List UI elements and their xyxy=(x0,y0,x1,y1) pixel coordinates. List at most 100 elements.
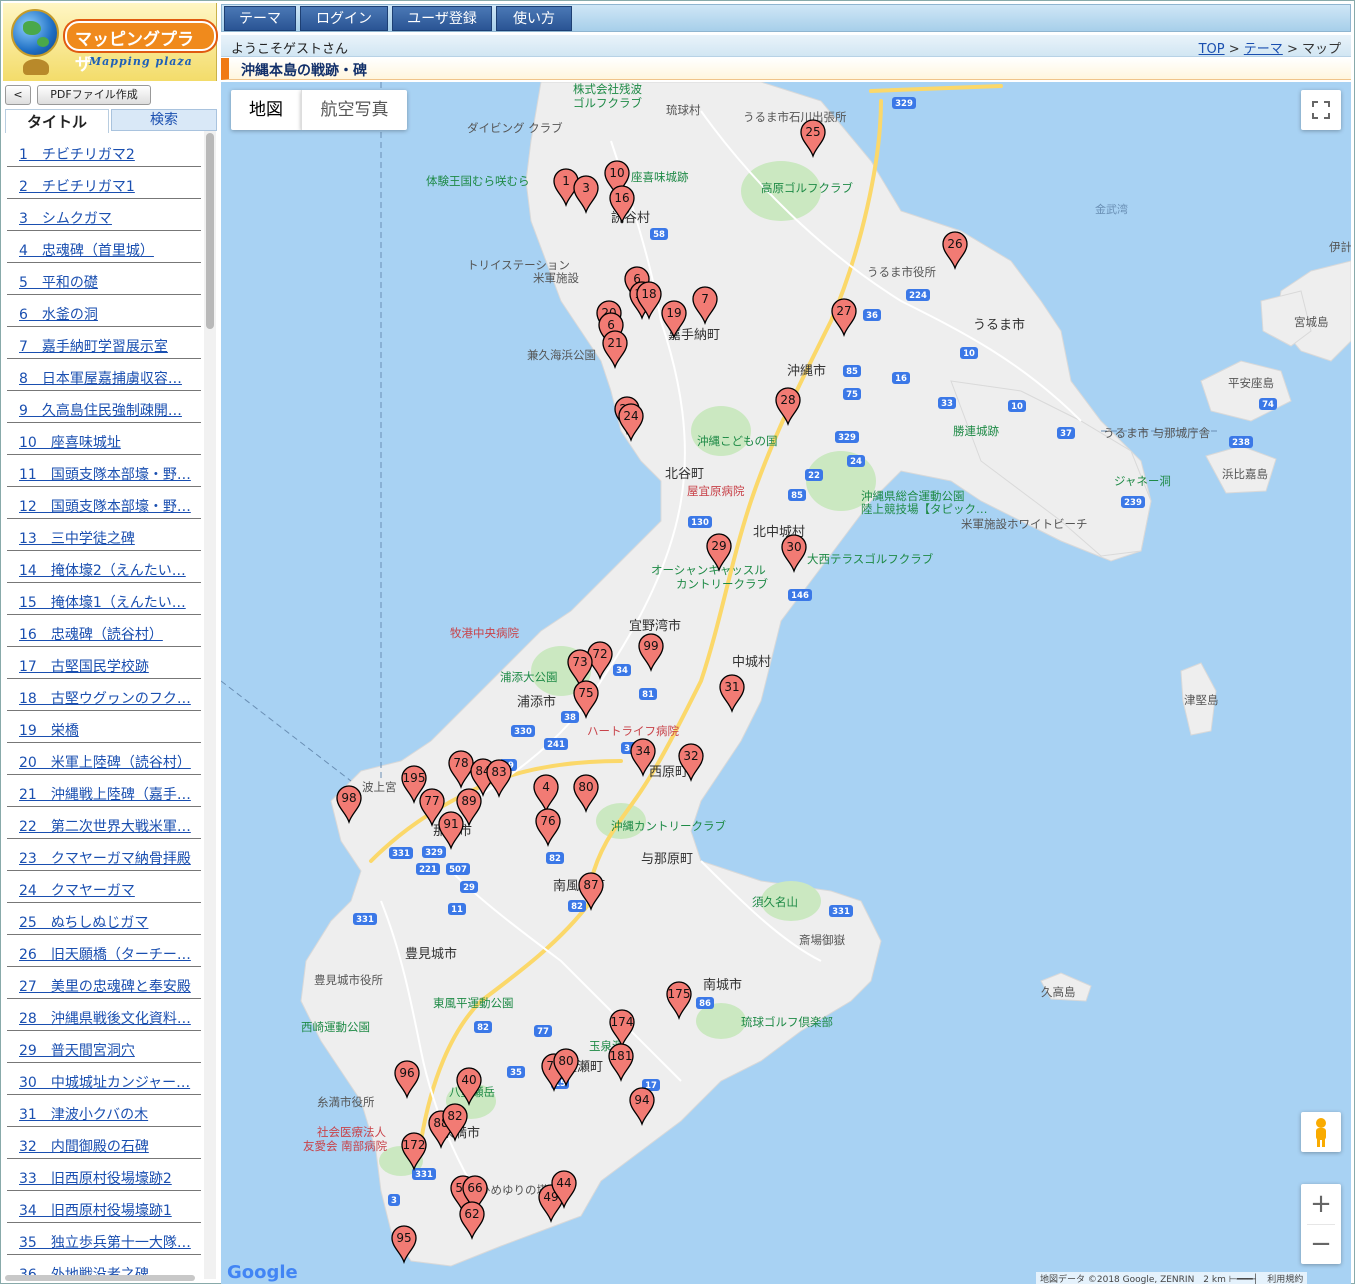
tab-title[interactable]: タイトル xyxy=(5,109,109,133)
list-item-link[interactable]: 20 米軍上陸碑（読谷村） xyxy=(19,755,191,771)
breadcrumb-top-link[interactable]: TOP xyxy=(1199,42,1225,57)
place-label: ダイビング クラブ xyxy=(467,121,563,135)
svg-text:85: 85 xyxy=(846,367,858,377)
marker-number: 32 xyxy=(683,749,698,763)
place-label: 陸上競技場【タピック… xyxy=(861,502,988,516)
place-label: 株式会社残波 xyxy=(573,82,642,96)
street-view-button[interactable] xyxy=(1301,1112,1341,1152)
list-item-link[interactable]: 33 旧西原村役場壕跡2 xyxy=(19,1171,172,1187)
list-item-link[interactable]: 3 シムクガマ xyxy=(19,211,112,227)
place-label: 浦添市 xyxy=(517,694,556,710)
svg-text:3: 3 xyxy=(391,1196,397,1206)
list-item-link[interactable]: 18 古堅ウグヮンのフク… xyxy=(19,691,191,707)
list-item-link[interactable]: 7 嘉手納町学習展示室 xyxy=(19,339,168,355)
nav-register-button[interactable]: ユーザ登録 xyxy=(392,6,492,31)
list-item-link[interactable]: 32 内間御殿の石碑 xyxy=(19,1139,149,1155)
list-item-link[interactable]: 31 津波小クバの木 xyxy=(19,1107,148,1123)
breadcrumb-separator: > xyxy=(1228,42,1240,57)
route-shield: 146 xyxy=(788,589,812,601)
zoom-in-button[interactable]: + xyxy=(1301,1184,1341,1224)
list-item-link[interactable]: 30 中城城址カンジャー… xyxy=(19,1075,190,1091)
map-canvas[interactable]: 株式会社残波ゴルフクラブ 琉球村 うるま市石川出張所ダイビング クラブ座喜味城跡 体験… xyxy=(221,82,1351,1284)
list-item-link[interactable]: 22 第二次世界大戦米軍… xyxy=(19,819,191,835)
list-item-link[interactable]: 10 座喜味城址 xyxy=(19,435,121,451)
place-label: カントリークラブ xyxy=(676,577,768,591)
list-item-link[interactable]: 6 水釜の洞 xyxy=(19,307,98,323)
marker-number: 18 xyxy=(641,287,656,301)
route-shield: 16 xyxy=(892,372,910,384)
svg-text:331: 331 xyxy=(415,1170,433,1180)
list-item-link[interactable]: 15 掩体壕1（えんたい… xyxy=(19,595,186,611)
list-item-link[interactable]: 11 国頭支隊本部壕・野… xyxy=(19,467,191,483)
list-item: 21 沖縄戦上陸碑（嘉手… xyxy=(7,775,201,807)
list-item-link[interactable]: 28 沖縄県戦後文化資料… xyxy=(19,1011,191,1027)
marker-number: 89 xyxy=(461,794,476,808)
list-item-link[interactable]: 27 美里の忠魂碑と奉安殿 xyxy=(19,979,191,995)
svg-text:11: 11 xyxy=(451,905,463,915)
collapse-sidebar-button[interactable]: < xyxy=(5,85,31,105)
list-item-link[interactable]: 35 独立歩兵第十一大隊… xyxy=(19,1235,191,1251)
list-item-link[interactable]: 16 忠魂碑（読谷村） xyxy=(19,627,163,643)
list-item-link[interactable]: 12 国頭支隊本部壕・野… xyxy=(19,499,191,515)
list-item-link[interactable]: 19 栄橋 xyxy=(19,723,79,739)
google-logo[interactable]: Google xyxy=(227,1262,298,1283)
marker-number: 174 xyxy=(611,1015,634,1029)
list-item-link[interactable]: 9 久高島住民強制疎開… xyxy=(19,403,182,419)
route-shield: 75 xyxy=(843,388,861,400)
place-label: うるま市石川出張所 xyxy=(743,110,847,124)
svg-text:82: 82 xyxy=(477,1023,489,1033)
map-attribution[interactable]: 地図データ ©2018 Google, ZENRIN 2 km ⊢━━━┤ 利用… xyxy=(1036,1272,1308,1284)
create-pdf-button[interactable]: PDFファイル作成 xyxy=(37,85,151,105)
zoom-out-button[interactable]: − xyxy=(1301,1224,1341,1264)
scrollbar-thumb[interactable] xyxy=(206,133,214,329)
route-shield: 11 xyxy=(448,903,466,915)
list-item-link[interactable]: 29 普天間宮洞穴 xyxy=(19,1043,135,1059)
list-item-link[interactable]: 17 古堅国民学校跡 xyxy=(19,659,149,675)
route-shield: 24 xyxy=(847,455,865,467)
list-item-link[interactable]: 1 チビチリガマ2 xyxy=(19,147,135,163)
list-item-link[interactable]: 8 日本軍屋嘉捕虜収容… xyxy=(19,371,182,387)
list-item-link[interactable]: 4 忠魂碑（首里城） xyxy=(19,243,154,259)
marker-number: 6 xyxy=(607,318,615,332)
site-logo[interactable]: マッピングプラザ Mapping plaza xyxy=(3,3,217,81)
fullscreen-icon xyxy=(1312,101,1330,119)
list-item: 18 古堅ウグヮンのフク… xyxy=(7,679,201,711)
list-item-link[interactable]: 5 平和の礎 xyxy=(19,275,98,291)
nav-howto-button[interactable]: 使い方 xyxy=(496,6,572,31)
tab-search[interactable]: 検索 xyxy=(111,109,217,131)
route-shield: 36 xyxy=(863,309,881,321)
list-item-link[interactable]: 25 ぬちしぬじガマ xyxy=(19,915,148,931)
list-scrollbar[interactable] xyxy=(204,131,216,1279)
place-label: 豊見城市役所 xyxy=(314,973,383,987)
map-type-satellite-button[interactable]: 航空写真 xyxy=(301,90,407,130)
place-label: 西崎運動公園 xyxy=(301,1020,370,1034)
place-label: ひめゆりの塔 xyxy=(479,1183,548,1197)
place-label: 西原町 xyxy=(649,765,688,780)
list-item-link[interactable]: 23 クマヤーガマ納骨拝殿 xyxy=(19,851,191,867)
route-shield: 82 xyxy=(568,900,586,912)
route-shield: 224 xyxy=(906,289,930,301)
list-item: 6 水釜の洞 xyxy=(7,295,201,327)
marker-number: 26 xyxy=(947,237,962,251)
list-item-link[interactable]: 21 沖縄戦上陸碑（嘉手… xyxy=(19,787,191,803)
map-type-map-button[interactable]: 地図 xyxy=(231,90,301,130)
route-shield: 221 xyxy=(416,863,440,875)
place-label: 波上宮 xyxy=(362,780,397,794)
horizontal-scrollbar[interactable] xyxy=(5,1275,195,1281)
nav-login-button[interactable]: ログイン xyxy=(300,6,388,31)
list-item-link[interactable]: 2 チビチリガマ1 xyxy=(19,179,135,195)
fullscreen-button[interactable] xyxy=(1301,90,1341,130)
map-view[interactable]: 株式会社残波 ゴルフクラブ 琉球村 うるま市石川出張所 ダイビング クラブ 座喜味城跡 体験… xyxy=(221,82,1351,1284)
marker-number: 175 xyxy=(668,987,691,1001)
list-item-link[interactable]: 26 旧天願橋（ターチー… xyxy=(19,947,191,963)
nav-theme-button[interactable]: テーマ xyxy=(224,6,296,31)
route-shield: 329 xyxy=(422,846,446,858)
list-item-link[interactable]: 24 クマヤーガマ xyxy=(19,883,135,899)
list-item-link[interactable]: 14 掩体壕2（えんたい… xyxy=(19,563,186,579)
breadcrumb-separator: > xyxy=(1286,42,1298,57)
list-item-link[interactable]: 13 三中学徒之碑 xyxy=(19,531,135,547)
breadcrumb-theme-link[interactable]: テーマ xyxy=(1244,42,1283,57)
place-label: 米軍施設 xyxy=(533,271,579,285)
list-item-link[interactable]: 34 旧西原村役場壕跡1 xyxy=(19,1203,172,1219)
globe-icon xyxy=(11,9,59,57)
